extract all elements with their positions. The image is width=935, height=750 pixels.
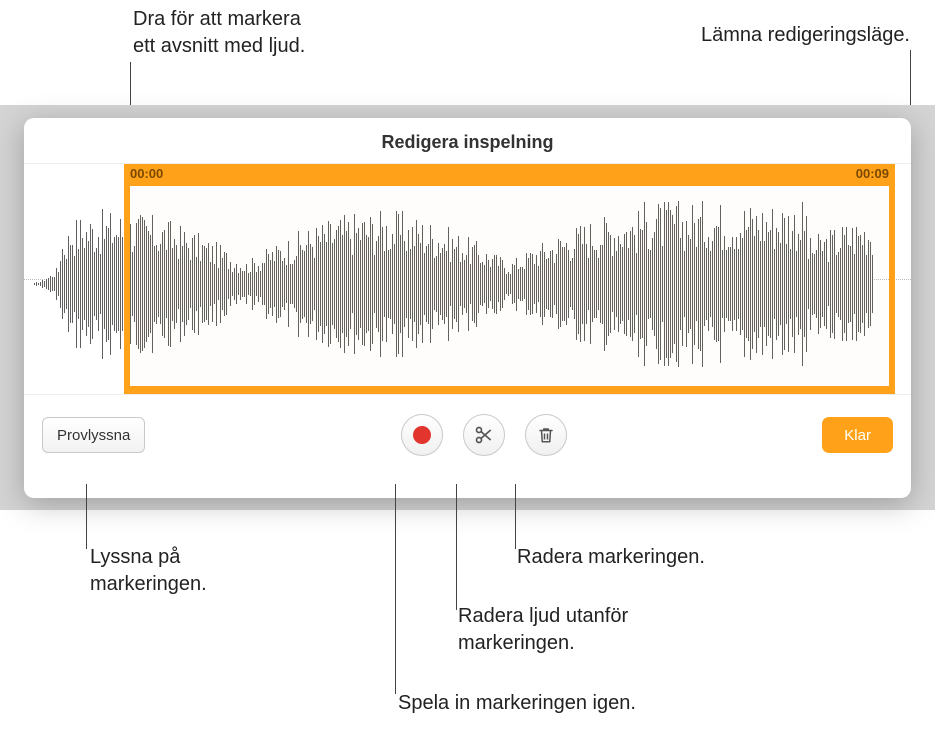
callout-trim: Radera ljud utanför markeringen. <box>458 603 628 657</box>
waveform-area[interactable]: 00:00 00:09 <box>24 163 911 395</box>
selection-top-bar: 00:00 00:09 <box>124 164 895 186</box>
selection-bottom-bar <box>124 386 895 394</box>
panel-title: Redigera inspelning <box>24 118 911 163</box>
scissors-icon <box>474 425 494 445</box>
callout-selection: Dra för att markera ett avsnitt med ljud… <box>133 6 305 60</box>
selection-handles[interactable]: 00:00 00:09 <box>124 164 895 394</box>
toolbar-center-icons <box>401 414 567 456</box>
delete-button[interactable] <box>525 414 567 456</box>
trash-icon <box>537 425 555 445</box>
callout-delete: Radera markeringen. <box>517 544 705 571</box>
record-icon <box>413 426 431 444</box>
callout-line <box>456 484 457 610</box>
callout-record: Spela in markeringen igen. <box>398 690 636 717</box>
trim-button[interactable] <box>463 414 505 456</box>
callout-line <box>395 484 396 694</box>
preview-button[interactable]: Provlyssna <box>42 417 145 453</box>
callout-line <box>515 484 516 549</box>
callout-done: Lämna redigeringsläge. <box>701 22 910 49</box>
record-button[interactable] <box>401 414 443 456</box>
toolbar: Provlyssna Klar <box>24 395 911 475</box>
done-button[interactable]: Klar <box>822 417 893 453</box>
callout-preview: Lyssna på markeringen. <box>90 544 207 598</box>
time-end-label: 00:09 <box>856 166 889 181</box>
edit-recording-panel: Redigera inspelning 00:00 00:09 Provlyss… <box>24 118 911 498</box>
callout-line <box>86 484 87 549</box>
time-start-label: 00:00 <box>130 166 163 181</box>
